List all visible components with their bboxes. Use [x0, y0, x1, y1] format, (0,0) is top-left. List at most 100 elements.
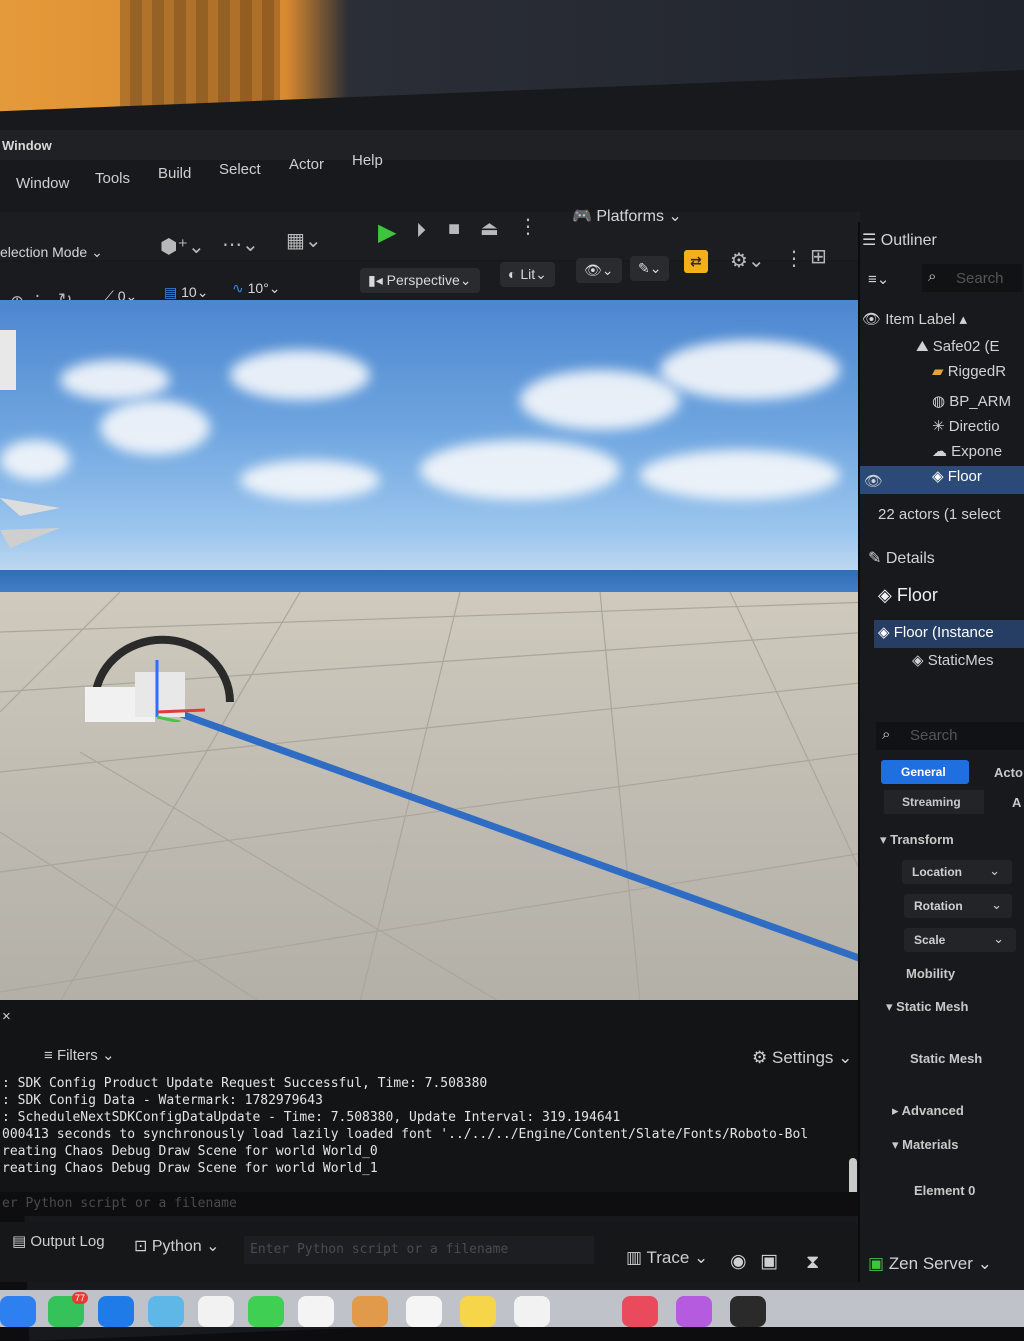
- tab-a[interactable]: A: [1012, 795, 1021, 810]
- pencil-icon: ✎: [638, 260, 650, 276]
- settings-dropdown[interactable]: ⚙ Settings ⌄: [752, 1048, 852, 1068]
- grid-snap[interactable]: ▤ 10⌄: [164, 284, 208, 301]
- podcasts-icon[interactable]: [676, 1296, 712, 1327]
- transform-label: Transform: [890, 832, 954, 847]
- outliner-item[interactable]: ☁ Expone: [932, 442, 1002, 460]
- scale-dropdown[interactable]: Scale ⌄: [904, 928, 1016, 952]
- tv-icon[interactable]: [730, 1296, 766, 1327]
- snap-toggle-icon[interactable]: ⇄: [684, 250, 708, 273]
- step-icon[interactable]: ⏵: [416, 220, 426, 243]
- actor-count: 22 actors (1 select: [878, 506, 1001, 523]
- component-root[interactable]: ◈ Floor (Instance: [878, 623, 994, 641]
- eye-icon[interactable]: 👁: [864, 472, 883, 490]
- reminders-icon[interactable]: [406, 1296, 442, 1327]
- settings-label: Settings: [771, 1048, 834, 1067]
- zen-server-label: Zen Server: [888, 1254, 973, 1273]
- chevron-down-icon: ⌄: [694, 1248, 709, 1267]
- section-transform[interactable]: ▾ Transform: [880, 832, 954, 848]
- realtime-dropdown[interactable]: ✎⌄: [630, 256, 670, 281]
- chevron-down-icon: ⌄: [989, 863, 1000, 878]
- lit-dropdown[interactable]: ◐ Lit⌄: [500, 262, 555, 287]
- menu-help[interactable]: Help: [352, 152, 383, 169]
- lit-label: Lit: [520, 266, 536, 282]
- right-panel: [858, 222, 1024, 1282]
- app-icon[interactable]: [514, 1296, 550, 1327]
- output-log-button[interactable]: ▤ Output Log: [12, 1232, 105, 1250]
- level-viewport[interactable]: [0, 300, 870, 1000]
- tab-actor[interactable]: Acto: [994, 765, 1023, 780]
- python-input[interactable]: Enter Python script or a filename: [244, 1236, 594, 1264]
- menu-window[interactable]: Window: [16, 175, 69, 192]
- outliner-item[interactable]: ▰ RiggedR: [932, 362, 1006, 380]
- notes-icon[interactable]: [460, 1296, 496, 1327]
- materials-label: Materials: [902, 1137, 959, 1152]
- eject-icon[interactable]: ⏏: [480, 216, 499, 241]
- close-icon[interactable]: ×: [2, 1008, 11, 1025]
- trace-dropdown[interactable]: ▥ Trace ⌄: [626, 1248, 708, 1268]
- static-mesh-icon: ◈: [878, 624, 894, 641]
- tab-general[interactable]: General: [881, 760, 969, 784]
- outliner-item[interactable]: ✳ Directio: [932, 417, 1000, 435]
- section-advanced[interactable]: ▸ Advanced: [892, 1103, 964, 1119]
- outliner-item[interactable]: ◍ BP_ARM: [932, 392, 1011, 410]
- add-actor-icon[interactable]: ⬢⁺⌄: [160, 234, 205, 259]
- perspective-dropdown[interactable]: ▮◂ Perspective⌄: [360, 268, 480, 293]
- outliner-item-label: Safe02 (E: [932, 338, 1000, 355]
- maps-icon[interactable]: [148, 1296, 184, 1327]
- rotation-dropdown[interactable]: Rotation ⌄: [904, 894, 1012, 918]
- log-line: : SDK Config Product Update Request Succ…: [2, 1076, 488, 1091]
- notes-app-icon[interactable]: [352, 1296, 388, 1327]
- section-materials[interactable]: ▾ Materials: [892, 1137, 959, 1153]
- outliner-item[interactable]: ⛰ Safe02 (E: [916, 338, 1000, 355]
- blueprint-icon[interactable]: ⋯⌄: [222, 232, 259, 257]
- more-vertical-icon[interactable]: ⋮: [784, 246, 804, 271]
- zen-server-dropdown[interactable]: ▣ Zen Server ⌄: [868, 1254, 992, 1274]
- details-tab[interactable]: ✎ Details: [868, 548, 935, 568]
- outliner-filter[interactable]: ≡⌄: [868, 270, 889, 288]
- outliner-search-input[interactable]: ⌕ Search: [922, 264, 1022, 292]
- cinematics-icon[interactable]: ▦⌄: [286, 228, 322, 253]
- element0-label: Element 0: [914, 1183, 976, 1198]
- menu-tools[interactable]: Tools: [95, 170, 130, 187]
- record-icon[interactable]: ◉: [730, 1250, 747, 1273]
- settings-gear-icon[interactable]: ⚙⌄: [730, 248, 765, 273]
- python-dropdown[interactable]: ⊡ Python ⌄: [134, 1236, 220, 1256]
- outliner-item-label: BP_ARM: [949, 393, 1011, 410]
- component-child-label: StaticMes: [927, 652, 994, 669]
- filters-dropdown[interactable]: ≡ Filters ⌄: [44, 1046, 115, 1064]
- details-search-input[interactable]: ⌕ Search: [876, 722, 1024, 750]
- more-options-icon[interactable]: ⋮: [518, 214, 538, 239]
- show-dropdown[interactable]: 👁⌄: [576, 258, 622, 283]
- angle-snap[interactable]: ∿ 10°⌄: [232, 280, 281, 297]
- menu-build[interactable]: Build: [158, 165, 191, 182]
- chevron-down-icon: ⌄: [91, 244, 103, 260]
- calendar-icon[interactable]: [298, 1296, 334, 1327]
- transform-gizmo[interactable]: [85, 632, 235, 722]
- photos-icon[interactable]: [198, 1296, 234, 1327]
- selection-mode-dropdown[interactable]: election Mode ⌄: [0, 244, 103, 261]
- stop-icon[interactable]: ■: [448, 218, 460, 241]
- outliner-tab[interactable]: ☰ Outliner: [862, 230, 937, 250]
- hourglass-icon[interactable]: ⧗: [806, 1252, 819, 1274]
- outliner-item-floor[interactable]: ◈ Floor: [932, 467, 982, 485]
- play-icon[interactable]: ▶: [378, 218, 396, 247]
- outliner-item-label: Directio: [948, 418, 1000, 435]
- mail-icon[interactable]: [98, 1296, 134, 1327]
- tab-streaming[interactable]: Streaming: [884, 790, 984, 814]
- location-dropdown[interactable]: Location ⌄: [902, 860, 1012, 884]
- safari-icon[interactable]: [0, 1296, 36, 1327]
- section-static-mesh[interactable]: ▾ Static Mesh: [886, 999, 968, 1015]
- platforms-dropdown[interactable]: 🎮 Platforms ⌄: [572, 206, 682, 226]
- mobility-label: Mobility: [906, 966, 956, 981]
- component-child[interactable]: ◈ StaticMes: [912, 651, 994, 669]
- facetime-icon[interactable]: [248, 1296, 284, 1327]
- console-input[interactable]: er Python script or a filename: [2, 1196, 237, 1211]
- menu-select[interactable]: Select: [219, 161, 261, 178]
- music-icon[interactable]: [622, 1296, 658, 1327]
- light-icon: ✳: [932, 418, 949, 435]
- menu-actor[interactable]: Actor: [289, 156, 324, 173]
- layout-icon[interactable]: ⊞: [810, 244, 827, 269]
- screenshot-icon[interactable]: ▣: [760, 1250, 778, 1273]
- outliner-column-header[interactable]: 👁 Item Label ▴: [862, 310, 967, 328]
- tab-general-label: General: [901, 765, 946, 779]
